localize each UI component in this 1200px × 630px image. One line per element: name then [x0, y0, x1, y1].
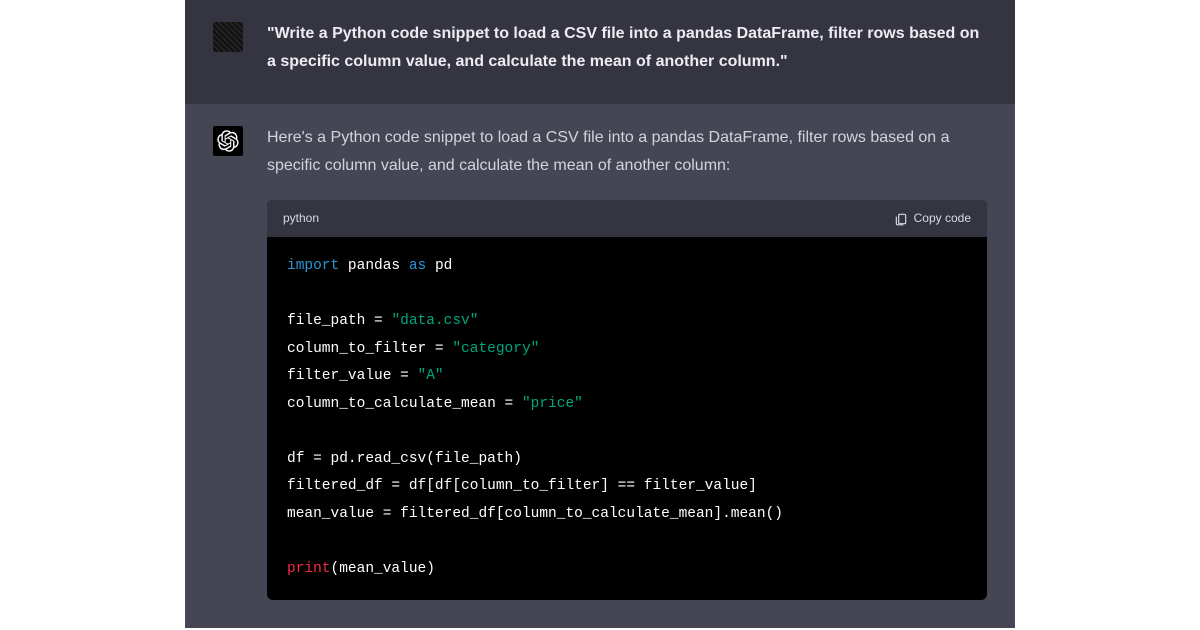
openai-logo-icon [217, 130, 239, 152]
user-message: "Write a Python code snippet to load a C… [185, 0, 1015, 104]
user-avatar [213, 22, 243, 52]
code-language-label: python [283, 208, 319, 229]
code-block: python Copy code import pandas as pd fil… [267, 200, 987, 600]
copy-code-button[interactable]: Copy code [894, 208, 971, 229]
assistant-message: Here's a Python code snippet to load a C… [185, 104, 1015, 628]
assistant-message-content: Here's a Python code snippet to load a C… [267, 124, 987, 600]
code-body[interactable]: import pandas as pd file_path = "data.cs… [267, 237, 987, 600]
code-block-header: python Copy code [267, 200, 987, 237]
copy-code-label: Copy code [914, 208, 971, 229]
clipboard-icon [894, 212, 908, 226]
assistant-intro-text: Here's a Python code snippet to load a C… [267, 129, 950, 174]
user-message-content: "Write a Python code snippet to load a C… [267, 20, 987, 76]
assistant-avatar [213, 126, 243, 156]
user-prompt-text: "Write a Python code snippet to load a C… [267, 25, 979, 70]
chat-container: "Write a Python code snippet to load a C… [185, 0, 1015, 630]
